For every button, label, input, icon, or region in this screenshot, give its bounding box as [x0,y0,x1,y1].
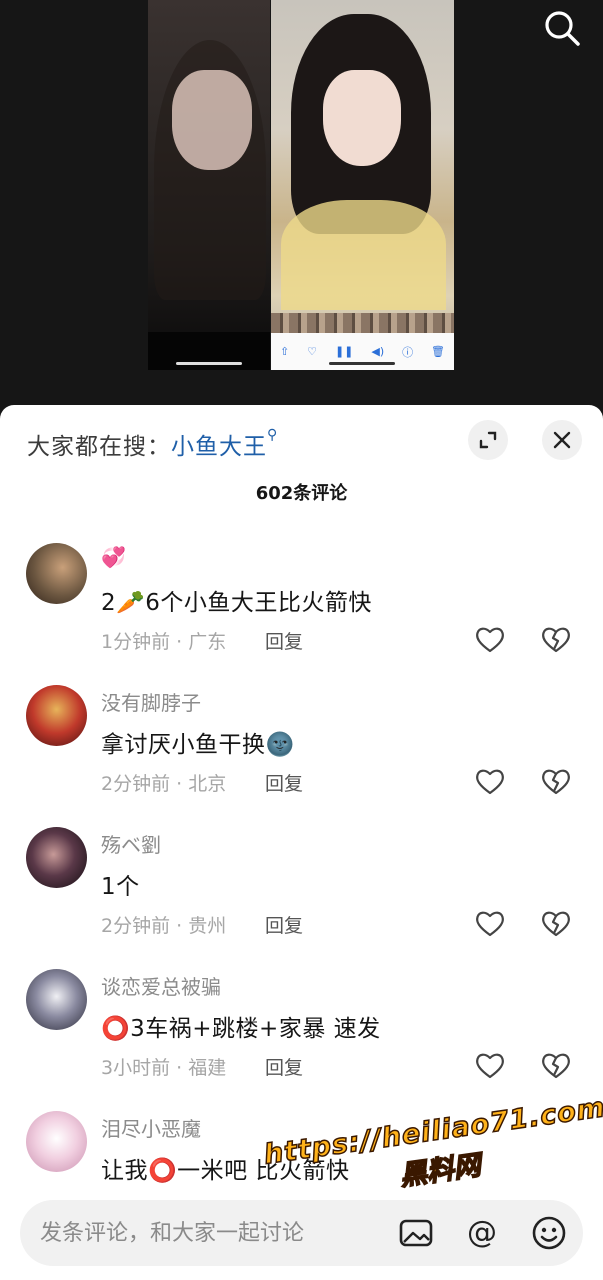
comment-username[interactable]: 谈恋爱总被骗 [101,971,221,1000]
trending-search[interactable]: 大家都在搜：小鱼大王⚲ [27,427,278,461]
comment-location: 广东 [188,631,227,653]
comment-input-bar: @ [20,1200,583,1266]
close-button[interactable] [542,420,582,460]
like-icon[interactable] [475,1051,505,1079]
dislike-icon[interactable] [541,767,571,795]
home-indicator [329,362,395,365]
comment-time: 2分钟前 [101,773,171,795]
pause-icon: ❚❚ [334,345,354,358]
comment-item: 没有脚脖子 拿讨厌小鱼干换🌚 2分钟前 · 北京 回复 [0,685,603,827]
trending-prefix: 大家都在搜： [27,434,171,460]
image-icon[interactable] [396,1213,436,1253]
reply-button[interactable]: 回复 [265,911,303,938]
share-icon: ⇧ [279,345,290,358]
comment-meta: 2分钟前 · 贵州 [101,915,227,937]
like-icon[interactable] [475,909,505,937]
comment-location: 福建 [188,1057,227,1079]
comment-text: 拿讨厌小鱼干换🌚 [101,732,295,758]
close-icon[interactable] [553,431,571,449]
face-shape [323,70,401,166]
video-frame-right: ⇧ ♡ ❚❚ ◀) ⓘ 🗑 [271,0,454,370]
comment-input[interactable] [40,1213,370,1253]
avatar[interactable] [26,1111,87,1172]
info-icon: ⓘ [402,345,414,359]
reply-button[interactable]: 回复 [265,769,303,796]
home-indicator [176,362,242,365]
comment-time: 3小时前 [101,1057,171,1079]
svg-text:@: @ [467,1215,497,1250]
comment-meta: 1分钟前 · 广东 [101,631,227,653]
expand-icon[interactable] [478,430,498,450]
comment-username[interactable]: 没有脚脖子 [101,687,201,716]
comment-meta: 2分钟前 · 北京 [101,773,227,795]
comment-text: 让我⭕一米吧 比火箭快 [101,1158,350,1184]
comment-text: 1个 [101,874,140,900]
avatar[interactable] [26,543,87,604]
like-icon[interactable] [475,767,505,795]
avatar[interactable] [26,969,87,1030]
video-frame-left [148,0,270,370]
dislike-icon[interactable] [541,625,571,653]
comment-item: 殇ベ劉 1个 2分钟前 · 贵州 回复 [0,827,603,969]
search-button[interactable] [542,8,582,48]
dress-shape [281,200,446,310]
reply-button[interactable]: 回复 [265,1053,303,1080]
comment-time: 2分钟前 [101,915,171,937]
video-thumbnail-strip [271,313,454,333]
comment-sheet: 大家都在搜：小鱼大王⚲ 602条评论 💞 2🥕6个小鱼大王比火箭快 1分钟前 ·… [0,405,603,1280]
trash-icon: 🗑 [431,345,445,358]
volume-icon: ◀) [371,345,385,358]
face-shape [172,70,252,170]
like-icon[interactable] [475,625,505,653]
search-icon[interactable] [542,8,582,48]
video-bottom-bar [148,332,270,370]
video-player[interactable]: ⇧ ♡ ❚❚ ◀) ⓘ 🗑 [0,0,603,405]
comment-count: 602条评论 [255,483,348,504]
heart-icon: ♡ [307,345,318,358]
comment-text: 2🥕6个小鱼大王比火箭快 [101,590,372,616]
comment-time: 1分钟前 [101,631,171,653]
comment-username[interactable]: 💞 [101,545,126,569]
comment-item: 谈恋爱总被骗 ⭕3车祸+跳楼+家暴 速发 3小时前 · 福建 回复 [0,969,603,1111]
reply-button[interactable]: 回复 [265,627,303,654]
comment-username[interactable]: 殇ベ劉 [101,829,161,858]
comment-text: ⭕3车祸+跳楼+家暴 速发 [101,1016,381,1042]
mention-icon[interactable]: @ [462,1213,502,1253]
avatar[interactable] [26,685,87,746]
emoji-icon[interactable] [529,1213,569,1253]
expand-button[interactable] [468,420,508,460]
comment-location: 北京 [188,773,227,795]
comment-username[interactable]: 泪尽小恶魔 [101,1113,201,1142]
avatar[interactable] [26,827,87,888]
comment-meta: 3小时前 · 福建 [101,1057,227,1079]
search-small-icon: ⚲ [267,427,279,443]
dislike-icon[interactable] [541,1051,571,1079]
comment-location: 贵州 [188,915,227,937]
trending-keyword[interactable]: 小鱼大王 [171,434,267,460]
comment-item: 💞 2🥕6个小鱼大王比火箭快 1分钟前 · 广东 回复 [0,543,603,685]
dislike-icon[interactable] [541,909,571,937]
